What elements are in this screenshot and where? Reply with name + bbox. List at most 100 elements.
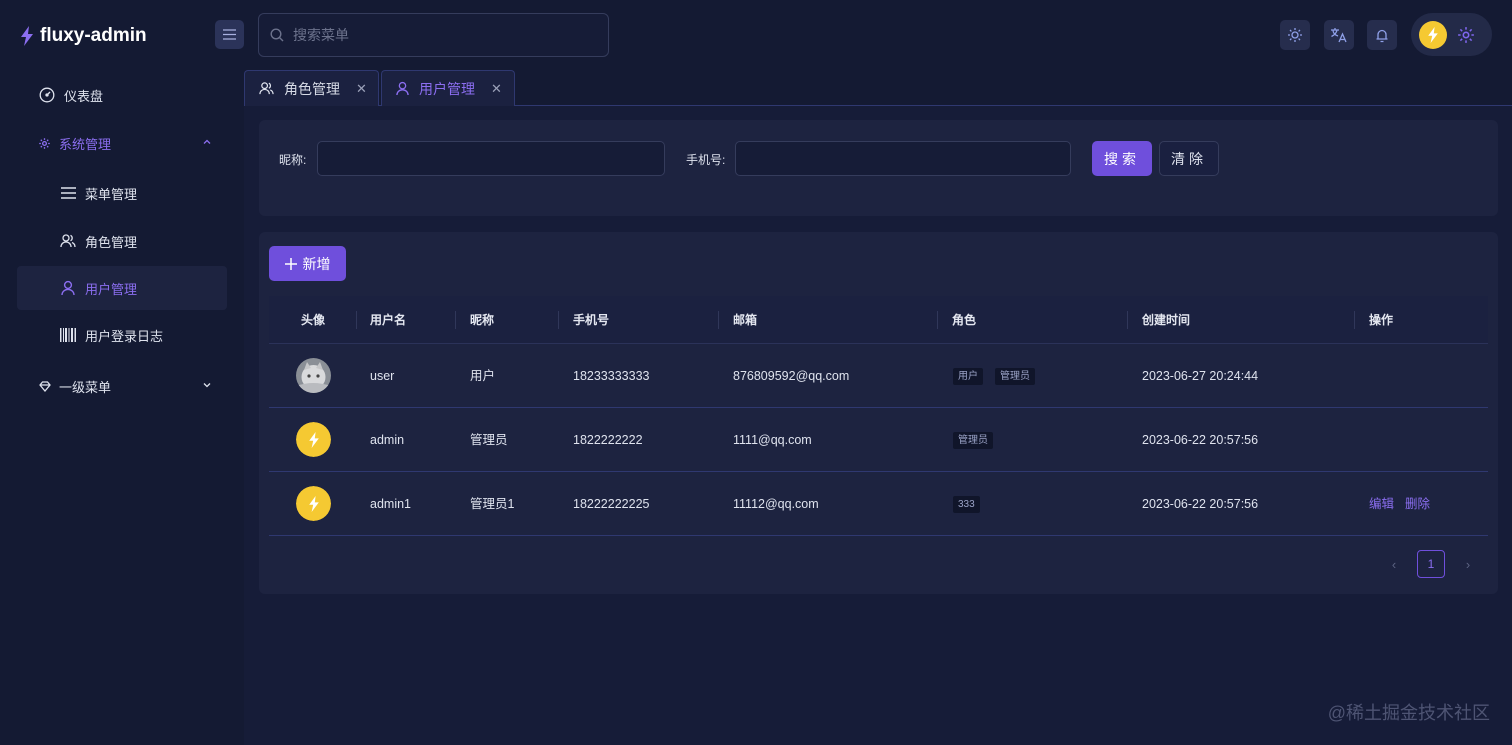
column-header: 昵称 bbox=[470, 313, 495, 327]
tab-bar: 角色管理 ✕ 用户管理 ✕ bbox=[244, 70, 1512, 106]
username-cell: user bbox=[370, 369, 395, 383]
menu-search bbox=[258, 13, 609, 57]
user-table: 头像 用户名 昵称 手机号 邮箱 角色 创建时间 操作 user 用户 1823… bbox=[269, 296, 1488, 536]
hamburger-icon bbox=[223, 29, 236, 40]
barcode-icon bbox=[59, 326, 77, 344]
nickname-input[interactable] bbox=[317, 141, 665, 176]
roles-cell: 用户 管理员 bbox=[953, 344, 1047, 408]
sidebar-item-label: 菜单管理 bbox=[85, 186, 138, 202]
menu-list-icon bbox=[59, 184, 77, 202]
column-header: 用户名 bbox=[370, 313, 407, 327]
search-icon bbox=[270, 28, 284, 42]
nickname-label: 昵称: bbox=[279, 153, 307, 167]
chevron-down-icon bbox=[202, 380, 212, 390]
sidebar-item-login-log[interactable]: 用户登录日志 bbox=[59, 313, 227, 357]
username-cell: admin bbox=[370, 433, 405, 447]
user-menu[interactable] bbox=[1411, 13, 1492, 56]
avatar bbox=[296, 486, 331, 521]
plus-icon bbox=[284, 257, 297, 270]
next-page-button[interactable]: › bbox=[1457, 557, 1479, 572]
avatar bbox=[296, 358, 331, 393]
role-tag: 管理员 bbox=[995, 368, 1035, 386]
close-icon[interactable]: ✕ bbox=[491, 81, 502, 97]
users-icon bbox=[59, 232, 77, 250]
language-button[interactable] bbox=[1324, 20, 1354, 50]
role-tag: 管理员 bbox=[953, 432, 993, 450]
search-button[interactable]: 搜索 bbox=[1092, 141, 1152, 176]
bell-icon bbox=[1375, 28, 1389, 43]
role-tag: 用户 bbox=[953, 368, 983, 386]
phone-cell: 1822222222 bbox=[573, 433, 643, 447]
sidebar-item-label: 角色管理 bbox=[85, 234, 138, 250]
column-header: 手机号 bbox=[573, 313, 610, 327]
edit-link[interactable]: 编辑 bbox=[1369, 497, 1394, 511]
add-button-label: 新增 bbox=[302, 255, 331, 272]
notifications-button[interactable] bbox=[1367, 20, 1397, 50]
column-header: 角色 bbox=[952, 313, 977, 327]
sidebar: fluxy-admin 仪表盘 系统管理 菜单管理 角色管理 用户管理 用户登录… bbox=[0, 0, 244, 745]
table-row: admin1 管理员1 18222222225 11112@qq.com 333… bbox=[269, 472, 1488, 536]
filter-card: 昵称: 手机号: 搜索 清除 bbox=[259, 120, 1498, 216]
app-logo[interactable]: fluxy-admin bbox=[20, 24, 147, 48]
dashboard-icon bbox=[38, 86, 56, 104]
watermark: @稀土掘金技术社区 bbox=[1327, 703, 1490, 723]
sidebar-item-system[interactable]: 系统管理 bbox=[38, 121, 228, 165]
add-user-button[interactable]: 新增 bbox=[269, 246, 346, 281]
email-cell: 876809592@qq.com bbox=[733, 369, 850, 383]
sidebar-item-label: 用户管理 bbox=[85, 281, 138, 297]
sidebar-item-label: 用户登录日志 bbox=[85, 328, 164, 344]
sidebar-item-dashboard[interactable]: 仪表盘 bbox=[38, 73, 228, 117]
theme-toggle-button[interactable] bbox=[1280, 20, 1310, 50]
avatar bbox=[296, 422, 331, 457]
translate-icon bbox=[1330, 27, 1348, 43]
user-icon bbox=[396, 81, 409, 96]
created-cell: 2023-06-22 20:57:56 bbox=[1142, 433, 1259, 447]
gear-icon bbox=[38, 134, 51, 152]
sidebar-item-user-mgmt[interactable]: 用户管理 bbox=[17, 266, 227, 310]
phone-label: 手机号: bbox=[686, 153, 726, 167]
user-icon bbox=[59, 279, 77, 297]
created-cell: 2023-06-27 20:24:44 bbox=[1142, 369, 1259, 383]
email-cell: 11112@qq.com bbox=[733, 497, 819, 511]
phone-cell: 18222222225 bbox=[573, 497, 650, 511]
sun-icon bbox=[1287, 27, 1303, 43]
sidebar-item-role-mgmt[interactable]: 角色管理 bbox=[59, 219, 227, 263]
nickname-cell: 管理员 bbox=[470, 433, 508, 447]
delete-link[interactable]: 删除 bbox=[1405, 497, 1430, 511]
column-header: 创建时间 bbox=[1142, 313, 1191, 327]
roles-cell: 333 bbox=[953, 472, 992, 536]
diamond-icon bbox=[38, 377, 51, 395]
sidebar-item-label: 系统管理 bbox=[59, 136, 112, 152]
chevron-up-icon bbox=[202, 137, 212, 147]
sidebar-item-level1[interactable]: 一级菜单 bbox=[38, 364, 228, 408]
close-icon[interactable]: ✕ bbox=[356, 81, 367, 97]
tab-label: 用户管理 bbox=[419, 80, 475, 97]
phone-cell: 18233333333 bbox=[573, 369, 650, 383]
page-number-button[interactable]: 1 bbox=[1417, 550, 1445, 578]
users-icon bbox=[259, 81, 274, 96]
app-name: fluxy-admin bbox=[40, 25, 147, 46]
main-content: 昵称: 手机号: 搜索 清除 新增 头像 用户名 昵称 手机号 邮箱 角色 创建… bbox=[244, 106, 1512, 745]
prev-page-button[interactable]: ‹ bbox=[1383, 557, 1405, 572]
sidebar-item-menu-mgmt[interactable]: 菜单管理 bbox=[59, 171, 227, 215]
table-card: 新增 头像 用户名 昵称 手机号 邮箱 角色 创建时间 操作 user 用户 1… bbox=[259, 232, 1498, 594]
email-cell: 1111@qq.com bbox=[733, 433, 812, 447]
menu-toggle-button[interactable] bbox=[215, 20, 244, 49]
table-row: admin 管理员 1822222222 1111@qq.com 管理员 202… bbox=[269, 408, 1488, 472]
actions-cell: 编辑 删除 bbox=[1369, 472, 1441, 536]
settings-gear-icon[interactable] bbox=[1457, 26, 1475, 44]
clear-button[interactable]: 清除 bbox=[1159, 141, 1219, 176]
column-header: 头像 bbox=[301, 313, 326, 327]
table-header: 头像 用户名 昵称 手机号 邮箱 角色 创建时间 操作 bbox=[269, 296, 1488, 344]
table-row: user 用户 18233333333 876809592@qq.com 用户管… bbox=[269, 344, 1488, 408]
username-cell: admin1 bbox=[370, 497, 411, 511]
tab-role-mgmt[interactable]: 角色管理 ✕ bbox=[244, 70, 379, 106]
column-header: 操作 bbox=[1369, 313, 1394, 327]
nickname-cell: 管理员1 bbox=[470, 497, 515, 511]
search-input[interactable] bbox=[293, 27, 593, 43]
phone-input[interactable] bbox=[735, 141, 1071, 176]
roles-cell: 管理员 bbox=[953, 408, 1005, 472]
avatar[interactable] bbox=[1419, 20, 1447, 49]
tab-user-mgmt[interactable]: 用户管理 ✕ bbox=[381, 70, 515, 106]
sidebar-item-label: 一级菜单 bbox=[59, 379, 112, 395]
